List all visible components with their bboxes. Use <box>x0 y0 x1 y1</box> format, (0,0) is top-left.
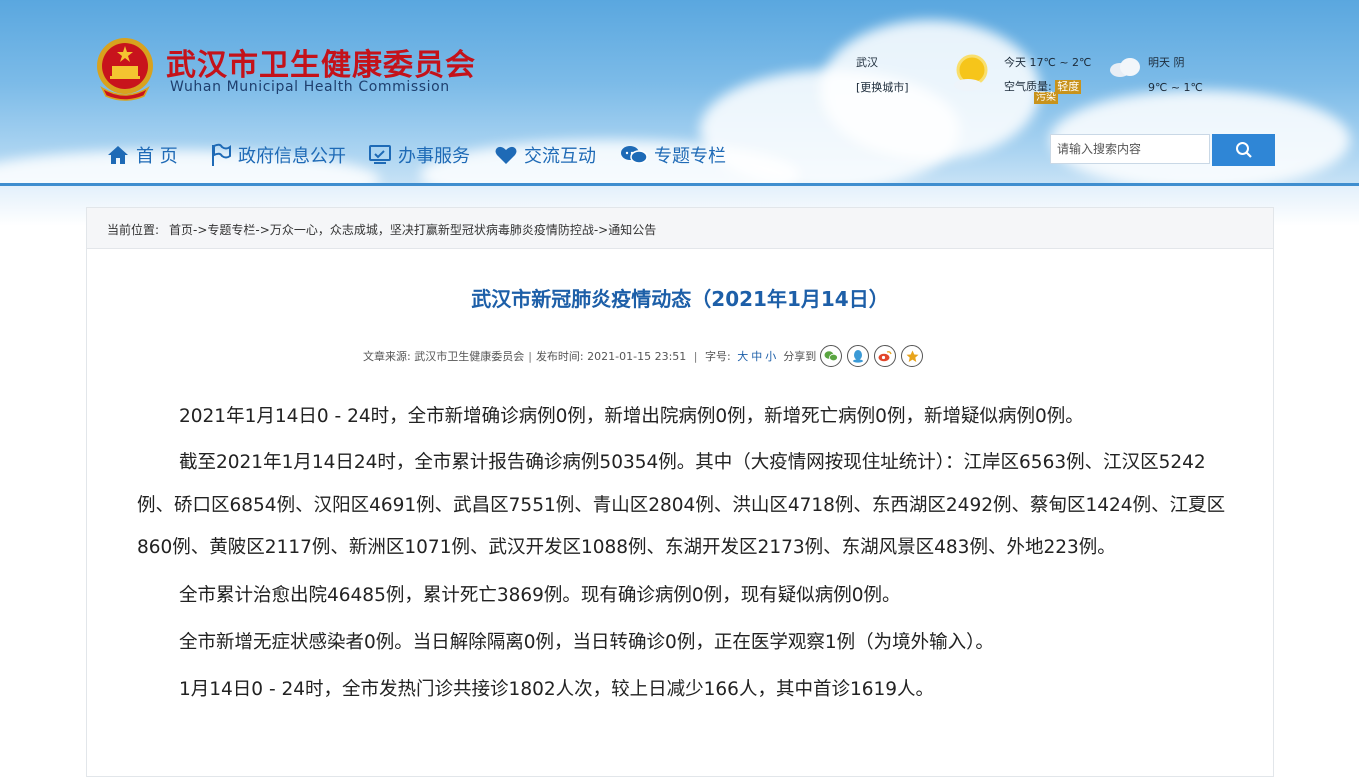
breadcrumb: 当前位置: 首页->专题专栏->万众一心，众志成城，坚决打赢新型冠状病毒肺炎疫情防… <box>107 221 656 238</box>
share-favorite-button[interactable] <box>901 345 924 367</box>
weibo-icon <box>878 351 892 362</box>
nav-item-interact[interactable]: 交流互动 <box>494 140 596 170</box>
weather-tomorrow: 明天 阴 <box>1148 56 1185 69</box>
qq-icon <box>853 350 864 363</box>
nav-label: 政府信息公开 <box>238 146 346 167</box>
share-weibo-button[interactable] <box>874 345 897 367</box>
search-button[interactable] <box>1212 134 1275 166</box>
share-qq-button[interactable] <box>847 345 870 367</box>
national-emblem-icon <box>97 38 153 101</box>
nav-label: 交流互动 <box>524 146 596 167</box>
article-paragraph: 全市累计治愈出院46485例，累计死亡3869例。现有确诊病例0例，现有疑似病例… <box>179 584 901 606</box>
home-icon <box>108 146 128 164</box>
weather-city: 武汉 <box>856 56 878 69</box>
font-size-label: 字号: <box>704 350 731 363</box>
star-icon <box>906 350 919 362</box>
article-paragraph: 全市新增无症状感染者0例。当日解除隔离0例，当日转确诊0例，正在医学观察1例（为… <box>179 631 994 653</box>
publish-time: 2021-01-15 23:51 <box>587 349 687 363</box>
article-container: 当前位置: 首页->专题专栏->万众一心，众志成城，坚决打赢新型冠状病毒肺炎疫情防… <box>86 207 1274 777</box>
share-label: 分享到 <box>783 350 817 363</box>
article-paragraph: 1月14日0 - 24时，全市发热门诊共接诊1802人次，较上日减少166人，其… <box>179 678 935 700</box>
publish-label: 发布时间: <box>535 350 584 363</box>
air-quality-badge-2: 污染 <box>1034 92 1058 104</box>
meta-separator: | <box>690 349 701 363</box>
heart-icon <box>495 146 517 164</box>
article-paragraph: 截至2021年1月14日24时，全市累计报告确诊病例50354例。其中（大疫情网… <box>137 452 1226 558</box>
search-input[interactable] <box>1050 134 1210 164</box>
font-large-button[interactable]: 大 <box>737 348 748 364</box>
nav-item-gov-info[interactable]: 政府信息公开 <box>208 140 346 170</box>
nav-label: 专题专栏 <box>654 146 726 167</box>
search-icon <box>1235 142 1252 158</box>
article-paragraph: 2021年1月14日0 - 24时，全市新增确诊病例0例，新增出院病例0例，新增… <box>179 406 1084 427</box>
nav-item-home[interactable]: 首 页 <box>106 140 178 170</box>
weather-tomorrow-temp: 9℃ ~ 1℃ <box>1148 81 1203 94</box>
chat-icon <box>621 146 648 164</box>
sunny-weather-icon <box>954 54 988 91</box>
article-body: 2021年1月14日0 - 24时，全市新增确诊病例0例，新增出院病例0例，新增… <box>137 395 1227 711</box>
breadcrumb-bar: 当前位置: 首页->专题专栏->万众一心，众志成城，坚决打赢新型冠状病毒肺炎疫情防… <box>87 208 1273 249</box>
meta-separator: | <box>528 349 532 363</box>
nav-label: 首 页 <box>136 146 178 167</box>
monitor-icon <box>369 145 391 164</box>
article-meta: 文章来源: 武汉市卫生健康委员会 | 发布时间: 2021-01-15 23:5… <box>363 345 924 367</box>
share-buttons <box>820 345 924 367</box>
nav-item-service[interactable]: 办事服务 <box>368 140 470 170</box>
flag-icon <box>212 143 231 166</box>
breadcrumb-label: 当前位置: <box>107 223 160 237</box>
source-label: 文章来源: <box>363 350 411 363</box>
nav-label: 办事服务 <box>398 146 470 167</box>
share-wechat-button[interactable] <box>820 345 843 367</box>
font-medium-button[interactable]: 中 <box>751 348 762 364</box>
nav-item-topic[interactable]: 专题专栏 <box>620 140 726 170</box>
font-small-button[interactable]: 小 <box>765 348 776 364</box>
source-value: 武汉市卫生健康委员会 <box>414 350 525 363</box>
site-name-en[interactable]: Wuhan Municipal Health Commission <box>170 79 450 95</box>
breadcrumb-path[interactable]: 首页->专题专栏->万众一心，众志成城，坚决打赢新型冠状病毒肺炎疫情防控战->通… <box>169 223 656 237</box>
cloudy-weather-icon <box>1110 58 1140 77</box>
site-name-cn[interactable]: 武汉市卫生健康委员会 <box>166 40 476 84</box>
weather-today: 今天 17℃ ~ 2℃ <box>1004 56 1092 69</box>
article-title: 武汉市新冠肺炎疫情动态（2021年1月14日） <box>471 287 889 311</box>
wechat-icon <box>824 351 839 362</box>
air-quality-badge: 轻度 <box>1055 80 1082 94</box>
change-city-link[interactable]: [更换城市] <box>856 79 909 95</box>
